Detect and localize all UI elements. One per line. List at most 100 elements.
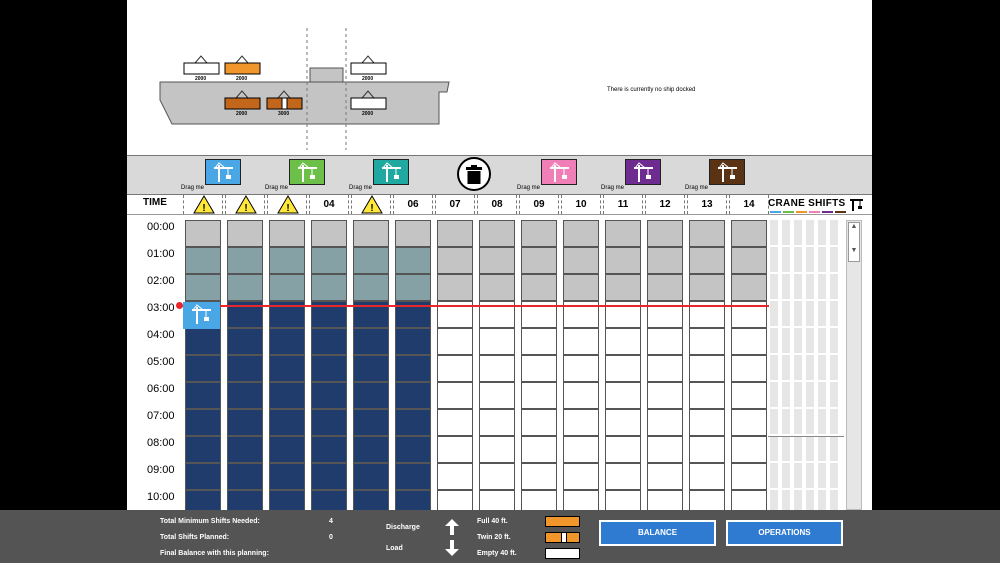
schedule-cell[interactable]: [269, 274, 305, 301]
schedule-cell[interactable]: [353, 247, 389, 274]
schedule-cell[interactable]: [353, 355, 389, 382]
schedule-cell[interactable]: [227, 436, 263, 463]
schedule-cell[interactable]: [521, 409, 557, 436]
schedule-cell[interactable]: [353, 436, 389, 463]
schedule-cell[interactable]: [563, 247, 599, 274]
schedule-cell[interactable]: [395, 220, 431, 247]
schedule-cell[interactable]: [353, 382, 389, 409]
schedule-cell[interactable]: [605, 490, 641, 510]
schedule-cell[interactable]: [731, 490, 767, 510]
balance-button[interactable]: BALANCE: [599, 520, 716, 546]
schedule-cell[interactable]: [269, 220, 305, 247]
schedule-cell[interactable]: [311, 247, 347, 274]
schedule-cell[interactable]: [563, 409, 599, 436]
schedule-cell[interactable]: [227, 328, 263, 355]
schedule-cell[interactable]: [227, 409, 263, 436]
placed-crane-shift[interactable]: [183, 302, 220, 329]
schedule-cell[interactable]: [185, 382, 221, 409]
scroll-down-icon[interactable]: ▼: [849, 247, 859, 255]
schedule-cell[interactable]: [479, 463, 515, 490]
crane-drag-button[interactable]: [289, 159, 325, 185]
schedule-cell[interactable]: [521, 382, 557, 409]
schedule-cell[interactable]: [689, 382, 725, 409]
schedule-cell[interactable]: [521, 220, 557, 247]
schedule-cell[interactable]: [605, 409, 641, 436]
schedule-cell[interactable]: [521, 328, 557, 355]
schedule-cell[interactable]: [185, 274, 221, 301]
crane-drag-button[interactable]: [625, 159, 661, 185]
schedule-cell[interactable]: [437, 463, 473, 490]
schedule-cell[interactable]: [647, 436, 683, 463]
operations-button[interactable]: OPERATIONS: [726, 520, 843, 546]
schedule-cell[interactable]: [647, 355, 683, 382]
schedule-cell[interactable]: [353, 463, 389, 490]
schedule-cell[interactable]: [479, 382, 515, 409]
schedule-cell[interactable]: [647, 463, 683, 490]
schedule-cell[interactable]: [521, 436, 557, 463]
schedule-cell[interactable]: [269, 355, 305, 382]
schedule-cell[interactable]: [437, 220, 473, 247]
schedule-cell[interactable]: [353, 220, 389, 247]
schedule-cell[interactable]: [647, 490, 683, 510]
schedule-cell[interactable]: [353, 274, 389, 301]
schedule-cell[interactable]: [227, 247, 263, 274]
schedule-cell[interactable]: [185, 328, 221, 355]
schedule-cell[interactable]: [395, 355, 431, 382]
schedule-cell[interactable]: [563, 382, 599, 409]
schedule-cell[interactable]: [185, 220, 221, 247]
schedule-cell[interactable]: [185, 490, 221, 510]
crane-drag-button[interactable]: [205, 159, 241, 185]
schedule-cell[interactable]: [563, 436, 599, 463]
schedule-cell[interactable]: [185, 463, 221, 490]
schedule-cell[interactable]: [227, 274, 263, 301]
schedule-cell[interactable]: [731, 220, 767, 247]
schedule-cell[interactable]: [521, 463, 557, 490]
schedule-cell[interactable]: [437, 247, 473, 274]
schedule-cell[interactable]: [185, 247, 221, 274]
schedule-cell[interactable]: [437, 274, 473, 301]
schedule-cell[interactable]: [605, 220, 641, 247]
schedule-cell[interactable]: [395, 382, 431, 409]
container-slot[interactable]: [350, 55, 387, 75]
schedule-cell[interactable]: [185, 409, 221, 436]
schedule-cell[interactable]: [689, 463, 725, 490]
schedule-cell[interactable]: [731, 382, 767, 409]
schedule-cell[interactable]: [437, 382, 473, 409]
schedule-cell[interactable]: [731, 409, 767, 436]
container-slot[interactable]: [224, 55, 261, 75]
schedule-cell[interactable]: [605, 355, 641, 382]
schedule-cell[interactable]: [605, 328, 641, 355]
crane-drag-button[interactable]: [373, 159, 409, 185]
schedule-cell[interactable]: [605, 274, 641, 301]
schedule-cell[interactable]: [395, 274, 431, 301]
scrollbar-track[interactable]: [846, 220, 862, 510]
schedule-cell[interactable]: [563, 220, 599, 247]
schedule-cell[interactable]: [521, 247, 557, 274]
schedule-cell[interactable]: [311, 463, 347, 490]
schedule-cell[interactable]: [731, 463, 767, 490]
schedule-cell[interactable]: [563, 328, 599, 355]
schedule-cell[interactable]: [521, 490, 557, 510]
schedule-cell[interactable]: [311, 382, 347, 409]
trash-button[interactable]: [457, 157, 491, 191]
schedule-cell[interactable]: [479, 274, 515, 301]
schedule-cell[interactable]: [689, 436, 725, 463]
schedule-cell[interactable]: [437, 328, 473, 355]
scrollbar-thumb[interactable]: ▲ ▼: [848, 222, 860, 262]
schedule-cell[interactable]: [647, 220, 683, 247]
schedule-cell[interactable]: [479, 247, 515, 274]
schedule-cell[interactable]: [479, 220, 515, 247]
scroll-up-icon[interactable]: ▲: [849, 223, 859, 231]
schedule-cell[interactable]: [353, 328, 389, 355]
schedule-cell[interactable]: [269, 463, 305, 490]
schedule-cell[interactable]: [311, 220, 347, 247]
schedule-cell[interactable]: [227, 490, 263, 510]
schedule-cell[interactable]: [605, 436, 641, 463]
schedule-cell[interactable]: [731, 436, 767, 463]
schedule-cell[interactable]: [269, 436, 305, 463]
schedule-cell[interactable]: [605, 463, 641, 490]
schedule-cell[interactable]: [647, 409, 683, 436]
schedule-cell[interactable]: [689, 409, 725, 436]
schedule-cell[interactable]: [479, 355, 515, 382]
schedule-cell[interactable]: [647, 247, 683, 274]
